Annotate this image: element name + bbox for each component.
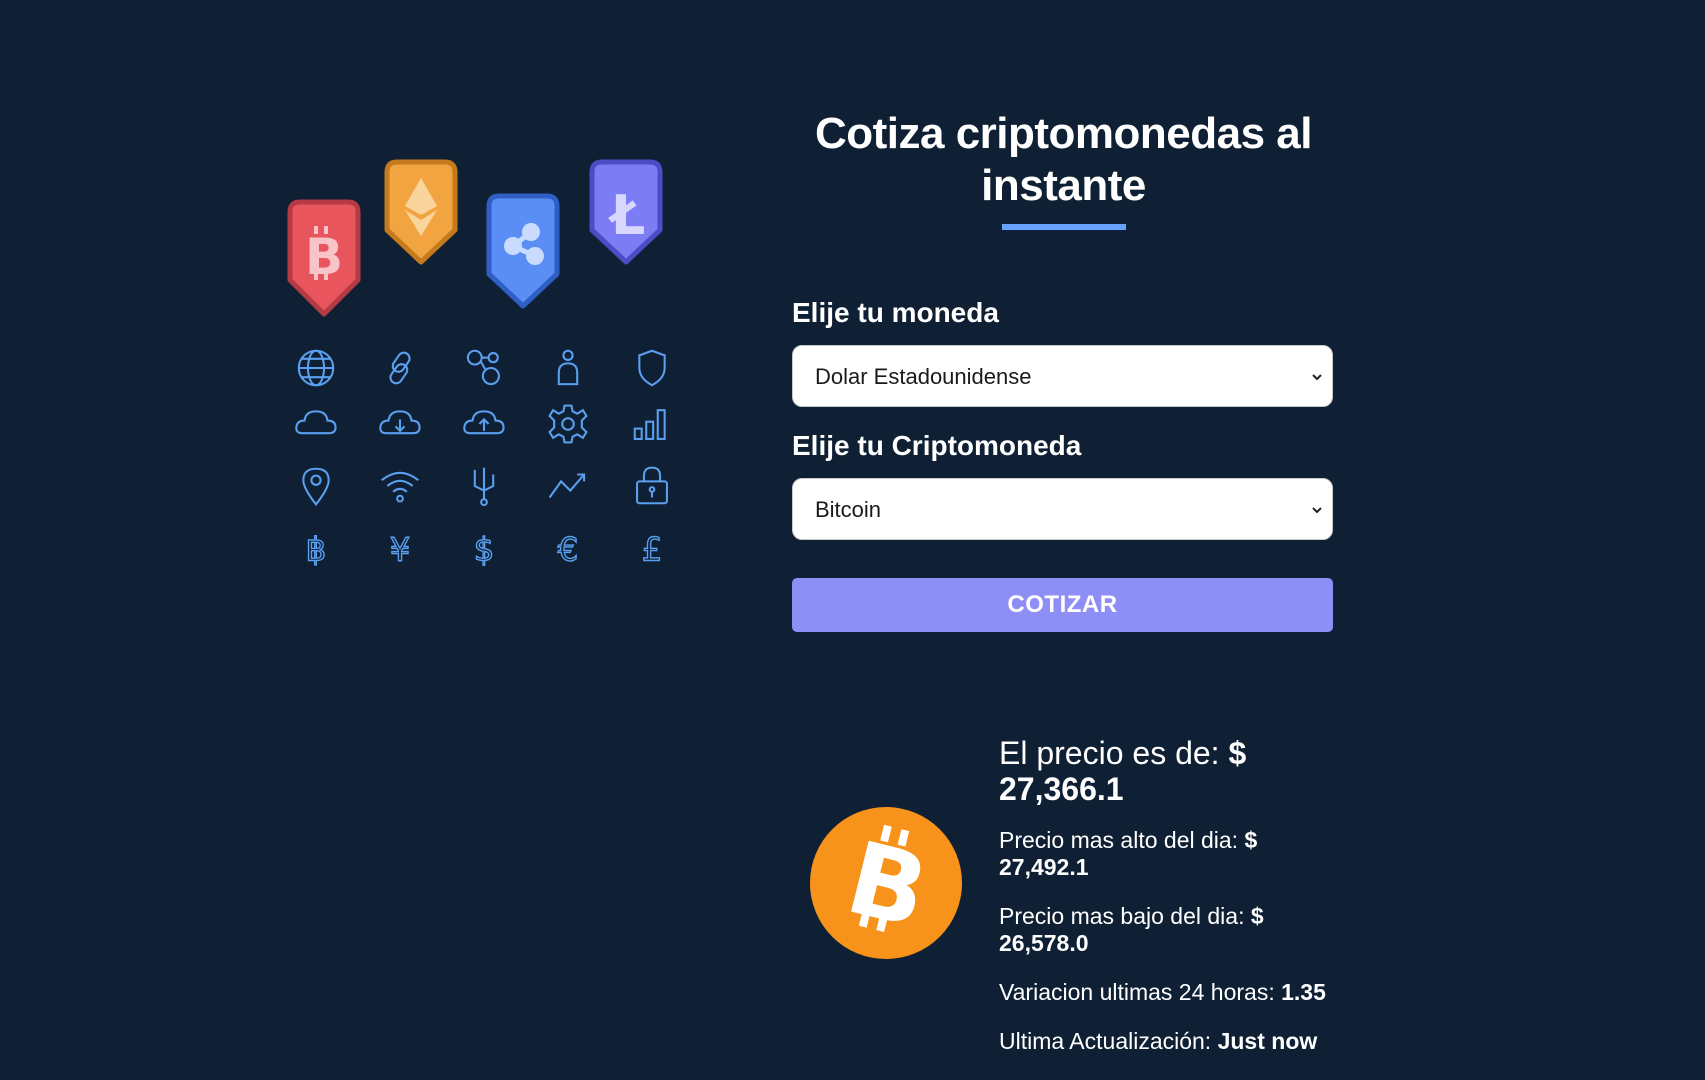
cloud-download-icon: [377, 401, 423, 447]
chevron-down-icon: [1312, 507, 1322, 514]
wifi-icon: [377, 463, 423, 509]
yen-symbol-icon: ¥: [377, 525, 423, 571]
bitcoin-badge-icon: B: [280, 192, 368, 332]
change-24h: Variacion ultimas 24 horas: 1.35: [999, 979, 1344, 1006]
cloud-upload-icon: [461, 401, 507, 447]
dollar-symbol-icon: $: [461, 525, 507, 571]
euro-symbol-icon: €: [545, 525, 591, 571]
high-price: Precio mas alto del dia: $ 27,492.1: [999, 827, 1344, 881]
svg-text:฿: ฿: [306, 531, 326, 569]
quote-form-panel: Cotiza criptomonedas al instante Elije t…: [792, 108, 1335, 632]
high-price-label: Precio mas alto del dia:: [999, 827, 1239, 853]
pound-symbol-icon: £: [629, 525, 675, 571]
result-details: El precio es de: $ 27,366.1 Precio mas a…: [999, 735, 1344, 1055]
crypto-label: Elije tu Criptomoneda: [792, 430, 1082, 461]
svg-text:€: €: [558, 531, 578, 569]
change-24h-label: Variacion ultimas 24 horas:: [999, 979, 1275, 1005]
ethereum-badge-icon: [377, 152, 465, 292]
svg-text:$: $: [474, 531, 494, 569]
bar-chart-icon: [629, 401, 675, 447]
currency-select[interactable]: Dolar Estadounidense: [792, 345, 1333, 407]
litecoin-badge-icon: Ł: [582, 152, 670, 292]
crypto-select[interactable]: Bitcoin: [792, 478, 1333, 540]
last-updated-label: Ultima Actualización:: [999, 1028, 1212, 1054]
low-price: Precio mas bajo del dia: $ 26,578.0: [999, 903, 1344, 957]
quote-button[interactable]: COTIZAR: [792, 578, 1333, 632]
app-page: B Ł ฿ ¥ $ € £ Cotiza criptomonedas al in…: [0, 0, 1705, 1080]
svg-text:¥: ¥: [390, 531, 410, 569]
current-price-label: El precio es de:: [999, 735, 1220, 771]
last-updated-value: Just now: [1217, 1028, 1318, 1054]
svg-text:£: £: [642, 531, 662, 569]
current-price: El precio es de: $ 27,366.1: [999, 735, 1344, 807]
globe-icon: [293, 345, 339, 391]
last-updated: Ultima Actualización: Just now: [999, 1028, 1344, 1055]
currency-label: Elije tu moneda: [792, 297, 999, 328]
usb-icon: [461, 463, 507, 509]
currency-select-value: Dolar Estadounidense: [815, 364, 1032, 389]
low-price-label: Precio mas bajo del dia:: [999, 903, 1245, 929]
page-title-line2: instante: [981, 161, 1146, 210]
change-24h-value: 1.35: [1281, 979, 1326, 1005]
chain-link-icon: [377, 345, 423, 391]
svg-text:Ł: Ł: [608, 184, 646, 247]
ripple-badge-icon: [479, 186, 567, 326]
title-underline: [1001, 224, 1126, 230]
quote-result: B El precio es de: $ 27,366.1 Precio mas…: [808, 735, 1348, 1054]
crypto-illustration: B Ł ฿ ¥ $ € £: [280, 150, 700, 590]
gear-icon: [545, 401, 591, 447]
user-icon: [545, 345, 591, 391]
bitcoin-symbol-icon: ฿: [293, 525, 339, 571]
page-title: Cotiza criptomonedas al instante: [792, 108, 1335, 212]
map-pin-icon: [293, 463, 339, 509]
shield-icon: [629, 345, 675, 391]
trend-up-icon: [545, 463, 591, 509]
chevron-down-icon: [1312, 374, 1322, 381]
cloud-icon: [293, 401, 339, 447]
crypto-select-value: Bitcoin: [815, 497, 882, 522]
page-title-line1: Cotiza criptomonedas al: [814, 109, 1313, 158]
network-nodes-icon: [461, 345, 507, 391]
bitcoin-coin-icon: B: [810, 807, 962, 959]
padlock-icon: [629, 463, 675, 509]
